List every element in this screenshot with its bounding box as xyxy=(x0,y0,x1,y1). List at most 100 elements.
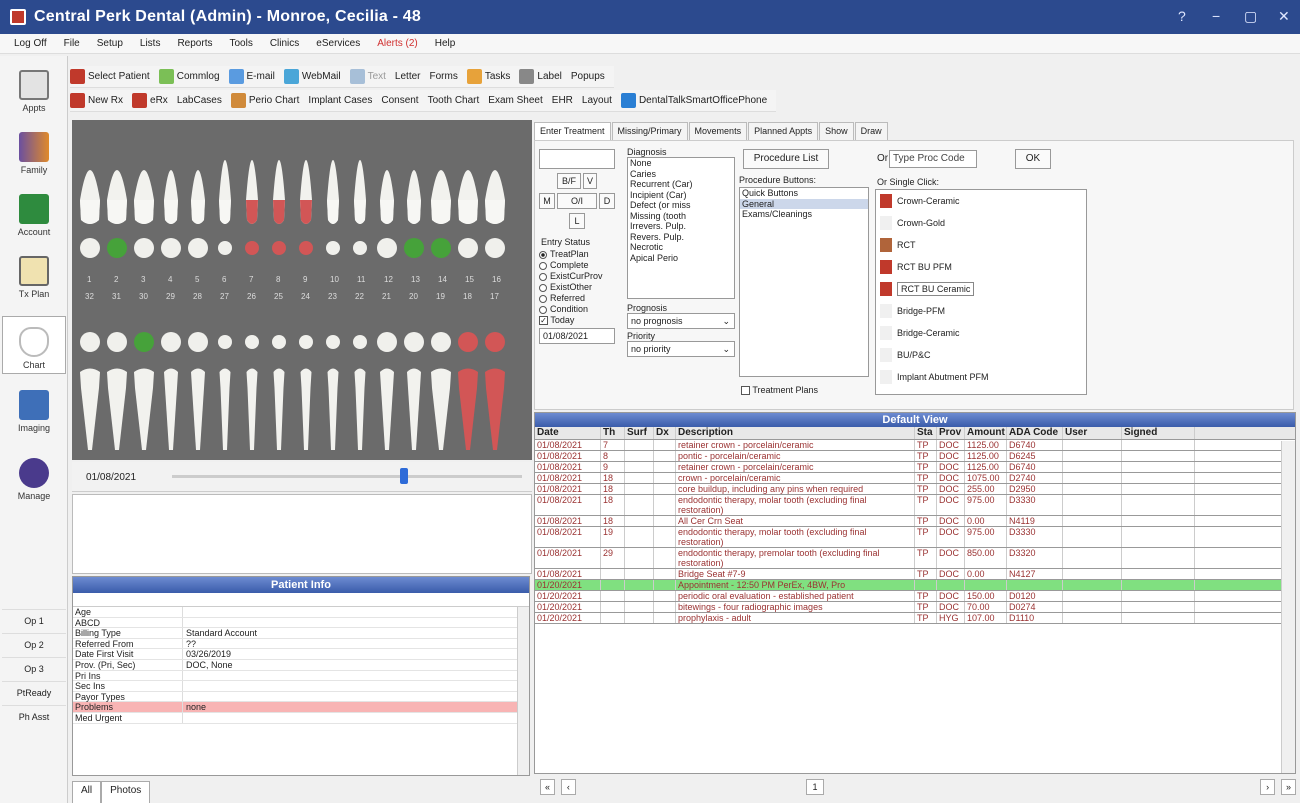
diagnosis-item[interactable]: Recurrent (Car) xyxy=(628,179,734,190)
nav-family[interactable]: Family xyxy=(2,120,66,178)
perio-chart-button[interactable]: Perio Chart xyxy=(230,93,299,108)
column-header[interactable]: Prov xyxy=(937,427,965,439)
tasks-button[interactable]: Tasks xyxy=(466,69,510,84)
procedure-list-button[interactable]: Procedure List xyxy=(743,149,829,169)
table-row[interactable]: 01/08/2021 18 endodontic therapy, molar to… xyxy=(535,495,1295,516)
procedure-item[interactable]: Bridge-Ceramic xyxy=(876,322,1086,344)
prev-page-button[interactable]: ‹ xyxy=(560,779,576,795)
first-page-button[interactable]: « xyxy=(540,779,555,795)
label-button[interactable]: Label xyxy=(519,69,562,84)
nav-txplan[interactable]: Tx Plan xyxy=(2,244,66,302)
diagnosis-item[interactable]: None xyxy=(628,158,734,169)
column-header[interactable]: Amount xyxy=(965,427,1007,439)
last-page-button[interactable]: » xyxy=(1281,779,1296,795)
close-icon[interactable]: ✕ xyxy=(1278,8,1290,25)
ehr-button[interactable]: EHR xyxy=(552,95,573,106)
proc-button-categories[interactable]: Quick Buttons General Exams/Cleanings xyxy=(739,187,869,377)
category-general[interactable]: General xyxy=(740,198,868,209)
procedure-item[interactable]: Crown-Ceramic xyxy=(876,190,1086,212)
menu-lists[interactable]: Lists xyxy=(140,38,161,49)
table-row[interactable]: 01/20/2021 periodic oral evaluation - est… xyxy=(535,591,1295,602)
commlog-button[interactable]: Commlog xyxy=(158,69,220,84)
entry-status-option[interactable]: Referred xyxy=(539,293,603,304)
diagnosis-item[interactable]: Necrotic xyxy=(628,242,734,253)
menu-file[interactable]: File xyxy=(64,38,80,49)
column-header[interactable]: Description xyxy=(676,427,915,439)
grid-scrollbar[interactable] xyxy=(1281,441,1295,773)
next-page-button[interactable]: › xyxy=(1260,779,1276,795)
ptready-button[interactable]: PtReady xyxy=(2,681,66,703)
surf-l-button[interactable]: L xyxy=(569,213,585,229)
column-header[interactable]: Surf xyxy=(625,427,654,439)
webmail-button[interactable]: WebMail xyxy=(283,69,341,84)
date-input[interactable]: 01/08/2021 xyxy=(539,328,615,344)
menu-logoff[interactable]: Log Off xyxy=(14,38,47,49)
maximize-icon[interactable]: ▢ xyxy=(1244,8,1257,25)
column-header[interactable]: Date xyxy=(535,427,601,439)
entry-status-option[interactable]: ExistCurProv xyxy=(539,271,603,282)
diagnosis-item[interactable]: Revers. Pulp. xyxy=(628,232,734,243)
exam-sheet-button[interactable]: Exam Sheet xyxy=(488,95,542,106)
table-row[interactable]: 01/08/2021 18 crown - porcelain/ceramic TP D… xyxy=(535,473,1295,484)
ok-button[interactable]: OK xyxy=(1015,149,1051,169)
menu-help[interactable]: Help xyxy=(435,38,456,49)
table-row[interactable]: 01/20/2021 prophylaxis - adult TP HYG 107.00… xyxy=(535,613,1295,624)
table-row[interactable]: 01/08/2021 29 endodontic therapy, premolar… xyxy=(535,548,1295,569)
tab-photos[interactable]: Photos xyxy=(101,781,151,803)
column-header[interactable]: Sta xyxy=(915,427,937,439)
patient-info-scrollbar[interactable] xyxy=(517,607,529,775)
procedure-item[interactable]: RCT xyxy=(876,234,1086,256)
phasst-button[interactable]: Ph Asst xyxy=(2,705,66,727)
letter-button[interactable]: Letter xyxy=(395,71,421,82)
tooth-chart[interactable]: 1 2 3 4 5 6 7 8 9 10 11 12 13 14 15 16 32 31 30 29 28 27 26 25… xyxy=(72,120,532,460)
table-row[interactable]: 01/08/2021 7 retainer crown - porcelain/ce… xyxy=(535,440,1295,451)
table-row[interactable]: 01/20/2021 Appointment - 12:50 PM PerEx, … xyxy=(535,580,1295,591)
diagnosis-item[interactable]: Incipient (Car) xyxy=(628,190,734,201)
surf-m-button[interactable]: M xyxy=(539,193,555,209)
help-icon[interactable]: ? xyxy=(1178,8,1186,24)
entry-status-option[interactable]: Complete xyxy=(539,260,603,271)
today-checkbox[interactable]: ✓ Today xyxy=(539,315,574,326)
op2-button[interactable]: Op 2 xyxy=(2,633,66,655)
tooth-chart-button[interactable]: Tooth Chart xyxy=(428,95,480,106)
table-row[interactable]: 01/08/2021 19 endodontic therapy, molar to… xyxy=(535,527,1295,548)
nav-imaging[interactable]: Imaging xyxy=(2,378,66,436)
diagnosis-item[interactable]: Irrevers. Pulp. xyxy=(628,221,734,232)
select-patient-button[interactable]: Select Patient xyxy=(70,69,150,84)
menu-clinics[interactable]: Clinics xyxy=(270,38,299,49)
surface-input[interactable] xyxy=(539,149,615,169)
op1-button[interactable]: Op 1 xyxy=(2,609,66,631)
menu-tools[interactable]: Tools xyxy=(229,38,252,49)
category-quick-buttons[interactable]: Quick Buttons xyxy=(740,188,868,199)
column-header[interactable]: ADA Code xyxy=(1007,427,1063,439)
table-row[interactable]: 01/08/2021 9 retainer crown - porcelain/ce… xyxy=(535,462,1295,473)
category-exams-cleanings[interactable]: Exams/Cleanings xyxy=(740,209,868,220)
nav-chart[interactable]: Chart xyxy=(2,316,66,374)
page-number[interactable]: 1 xyxy=(805,779,825,795)
date-slider-track[interactable] xyxy=(172,475,522,478)
tab-show[interactable]: Show xyxy=(819,122,854,140)
column-header[interactable]: Signed xyxy=(1122,427,1195,439)
surf-bf-button[interactable]: B/F xyxy=(557,173,581,189)
entry-status-option[interactable]: ExistOther xyxy=(539,282,603,293)
date-slider-thumb[interactable] xyxy=(400,468,408,484)
tab-movements[interactable]: Movements xyxy=(688,122,748,140)
tab-all[interactable]: All xyxy=(72,781,102,803)
table-row[interactable]: 01/20/2021 bitewings - four radiographic … xyxy=(535,602,1295,613)
menu-alerts[interactable]: Alerts (2) xyxy=(377,38,418,49)
procedure-item[interactable]: RCT BU Ceramic xyxy=(876,278,1086,300)
labcases-button[interactable]: LabCases xyxy=(177,95,222,106)
text-button[interactable]: Text xyxy=(349,69,386,84)
chart-notes[interactable] xyxy=(72,494,532,574)
diagnosis-item[interactable]: Caries xyxy=(628,169,734,180)
procedure-item[interactable]: Bridge-PFM xyxy=(876,300,1086,322)
menu-setup[interactable]: Setup xyxy=(97,38,123,49)
tab-enter-treatment[interactable]: Enter Treatment xyxy=(534,122,611,140)
op3-button[interactable]: Op 3 xyxy=(2,657,66,679)
surf-oi-button[interactable]: O/I xyxy=(557,193,597,209)
column-header[interactable]: Th xyxy=(601,427,625,439)
forms-button[interactable]: Forms xyxy=(430,71,458,82)
menu-eservices[interactable]: eServices xyxy=(316,38,360,49)
surf-v-button[interactable]: V xyxy=(583,173,597,189)
procedure-item[interactable]: Implant Abutment PFM xyxy=(876,366,1086,388)
